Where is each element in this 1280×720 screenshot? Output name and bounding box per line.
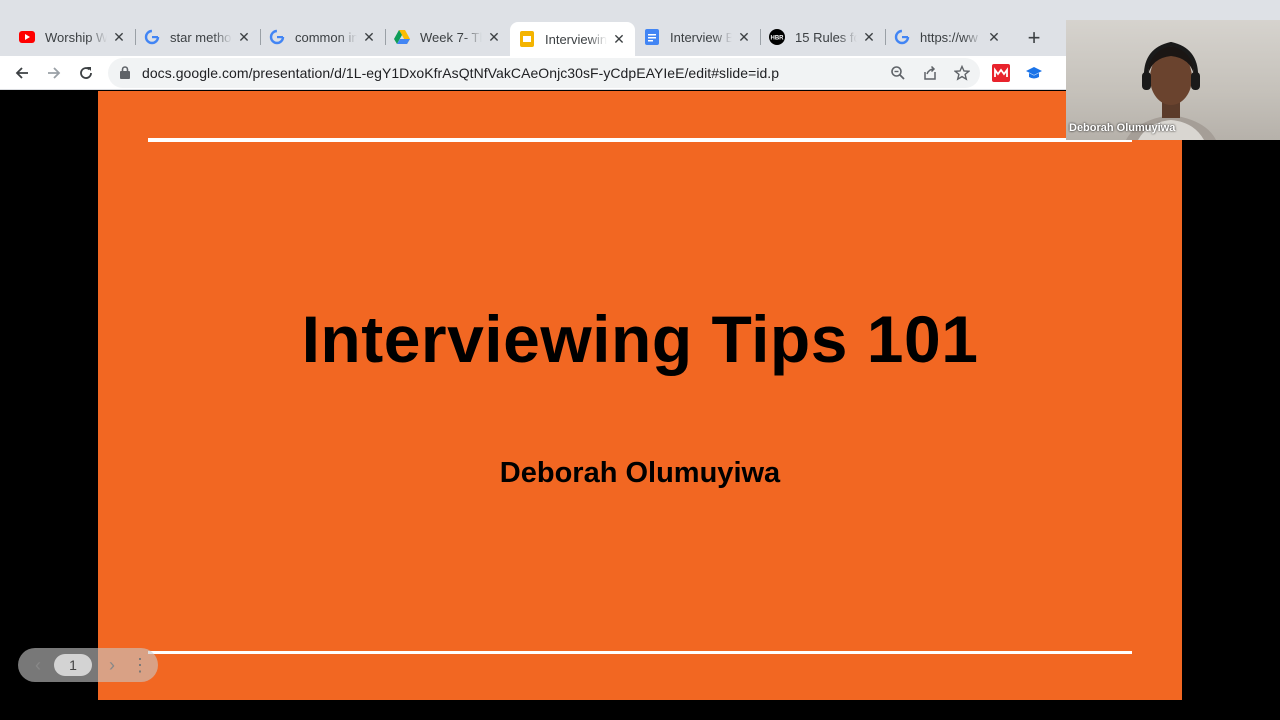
- tab-title: Interviewin: [545, 31, 607, 47]
- next-slide-button[interactable]: ›: [102, 655, 122, 675]
- back-arrow-icon: [15, 67, 28, 79]
- lock-icon: [120, 66, 130, 84]
- tab-worship[interactable]: Worship Wa ✕: [10, 22, 135, 52]
- tab-https[interactable]: https://ww ✕: [885, 22, 1010, 52]
- tab-title: Worship Wa: [45, 29, 107, 45]
- tab-common-interview[interactable]: common in ✕: [260, 22, 385, 52]
- tab-15-rules[interactable]: HBR 15 Rules fo ✕: [760, 22, 885, 52]
- participant-name-label: Deborah Olumuyiwa: [1069, 122, 1176, 134]
- slide-title: Interviewing Tips 101: [301, 302, 979, 376]
- close-icon[interactable]: ✕: [736, 29, 752, 45]
- svg-text:HBR: HBR: [771, 36, 785, 42]
- close-icon[interactable]: ✕: [361, 29, 377, 45]
- extension-red-icon[interactable]: [992, 64, 1010, 82]
- hbr-icon: HBR: [769, 29, 785, 45]
- tab-title: star metho: [170, 29, 232, 45]
- slide-top-rule: [148, 138, 1132, 142]
- reload-icon: [80, 67, 92, 79]
- share-icon[interactable]: [920, 63, 940, 83]
- close-icon[interactable]: ✕: [986, 29, 1002, 45]
- tab-title: Week 7- Th: [420, 29, 482, 45]
- tab-title: Interview B: [670, 29, 732, 45]
- google-icon: [269, 29, 285, 45]
- presentation-viewport: Interviewing Tips 101 Deborah Olumuyiwa: [0, 91, 1280, 720]
- extension-blue-cap-icon[interactable]: [1025, 64, 1043, 82]
- slide-bottom-rule: [148, 651, 1132, 654]
- drive-icon: [394, 29, 410, 45]
- google-icon: [894, 29, 910, 45]
- close-icon[interactable]: ✕: [111, 29, 127, 45]
- tab-title: common in: [295, 29, 357, 45]
- webcam-overlay: Deborah Olumuyiwa: [1066, 20, 1280, 140]
- slide-canvas[interactable]: Interviewing Tips 101 Deborah Olumuyiwa: [98, 91, 1182, 700]
- close-icon[interactable]: ✕: [861, 29, 877, 45]
- forward-button[interactable]: [41, 60, 67, 86]
- slides-icon: [519, 31, 535, 47]
- tab-title: https://ww: [920, 29, 978, 45]
- tab-title: 15 Rules fo: [795, 29, 857, 45]
- forward-arrow-icon: [48, 67, 61, 79]
- close-icon[interactable]: ✕: [236, 29, 252, 45]
- new-tab-button[interactable]: +: [1022, 25, 1046, 50]
- close-icon[interactable]: ✕: [486, 29, 502, 45]
- more-options-icon[interactable]: ⋮: [130, 655, 150, 675]
- tab-star-method[interactable]: star metho ✕: [135, 22, 260, 52]
- close-icon[interactable]: ✕: [611, 31, 627, 47]
- slide-page-number[interactable]: 1: [54, 654, 92, 676]
- slide-navigation: ‹ 1 › ⋮: [18, 648, 158, 682]
- tab-interview-doc[interactable]: Interview B ✕: [635, 22, 760, 52]
- tab-interviewing-slides[interactable]: Interviewin ✕: [510, 22, 635, 56]
- url-text[interactable]: docs.google.com/presentation/d/1L-egY1Dx…: [142, 65, 779, 81]
- address-bar[interactable]: docs.google.com/presentation/d/1L-egY1Dx…: [108, 58, 980, 88]
- bookmark-star-icon[interactable]: [952, 63, 972, 83]
- slide-subtitle: Deborah Olumuyiwa: [499, 457, 781, 489]
- tab-list: Worship Wa ✕ star metho ✕ common in ✕ We…: [10, 22, 1010, 56]
- previous-slide-button[interactable]: ‹: [28, 655, 48, 675]
- docs-icon: [644, 29, 660, 45]
- zoom-icon[interactable]: [888, 63, 908, 83]
- back-button[interactable]: [9, 60, 35, 86]
- google-icon: [144, 29, 160, 45]
- reload-button[interactable]: [73, 60, 99, 86]
- youtube-icon: [19, 29, 35, 45]
- tab-week-7[interactable]: Week 7- Th ✕: [385, 22, 510, 52]
